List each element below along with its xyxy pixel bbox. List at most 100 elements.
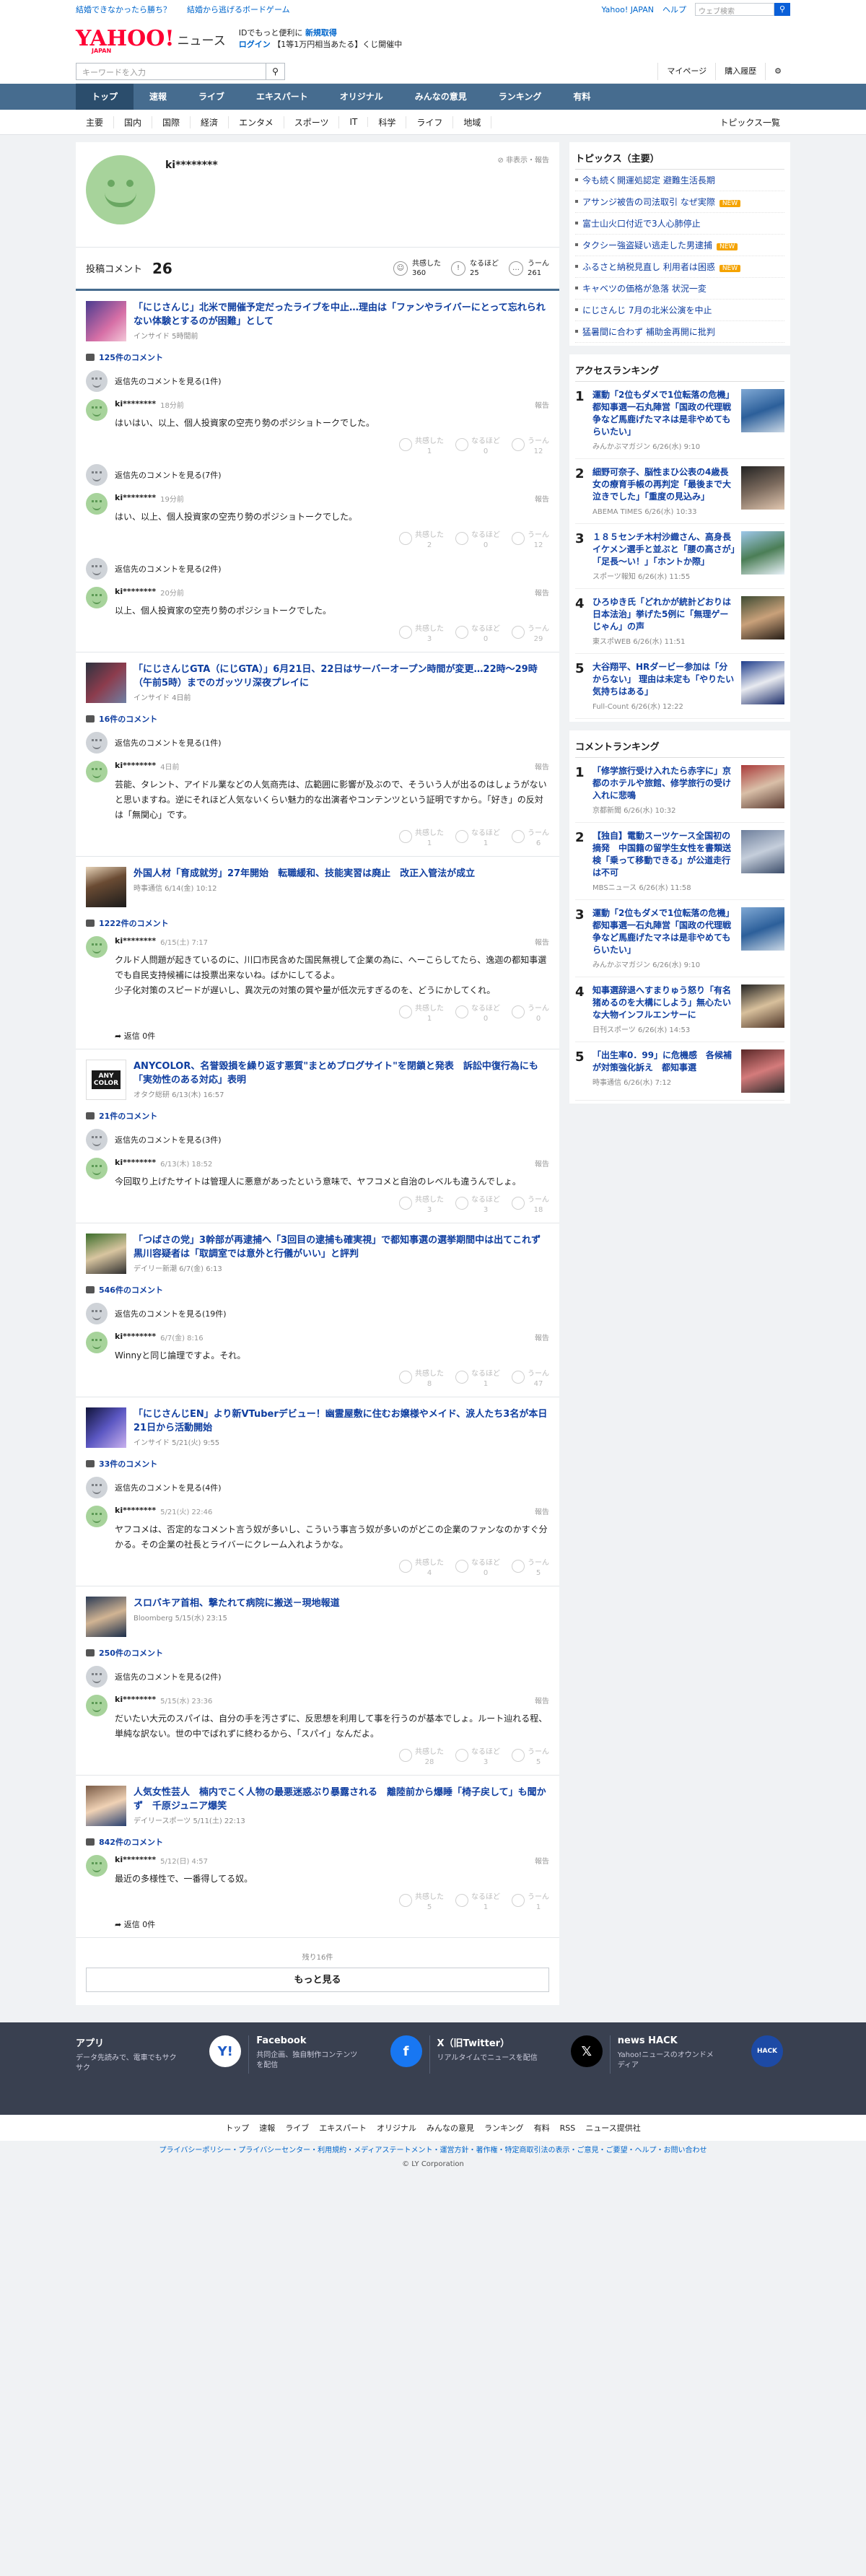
comment-count-link[interactable]: 546件のコメント	[86, 1284, 549, 1296]
comment-count-link[interactable]: 21件のコメント	[86, 1110, 549, 1122]
uun-button[interactable]: うーん 5	[512, 1558, 549, 1579]
naruhodo-button[interactable]: なるほど 0	[455, 1558, 500, 1579]
footer-link[interactable]: みんなの意見	[427, 2123, 474, 2133]
gear-icon[interactable]: ⚙	[765, 62, 790, 80]
subnav-item[interactable]: 国内	[114, 115, 153, 128]
view-parent-comment[interactable]: 返信先のコメントを見る(7件)	[86, 464, 549, 486]
uun-button[interactable]: うーん 12	[512, 437, 549, 457]
help-link[interactable]: ヘルプ	[662, 4, 686, 15]
promo-link-1[interactable]: 結婚できなかったら勝ち？	[76, 5, 171, 14]
hide-report-link[interactable]: ⊘ 非表示・報告	[497, 154, 549, 165]
article-title[interactable]: 「にじさんじGTA（にじGTA）」6月21日、22日はサーバーオープン時間が変更…	[134, 663, 549, 690]
ranking-item[interactable]: 5 大谷翔平、HRダービー参加は「分からない」 理由は未定も「やりたい気持ちはある…	[575, 654, 784, 719]
comment-author[interactable]: ki********	[115, 1695, 156, 1706]
article-title[interactable]: ANYCOLOR、名誉毀損を繰り返す悪質"まとめブログサイト"を閉鎖と発表 訴訟…	[134, 1060, 549, 1087]
article-thumbnail[interactable]	[86, 1597, 126, 1637]
nav-tab[interactable]: トップ	[76, 84, 134, 110]
comment-author[interactable]: ki********	[115, 1855, 156, 1866]
article-title[interactable]: スロバキア首相、撃たれて病院に搬送－現地報道	[134, 1597, 340, 1610]
article-thumbnail[interactable]	[86, 663, 126, 703]
x-promo[interactable]: X（旧Twitter） リアルタイムでニュースを配信 𝕏	[437, 2035, 611, 2074]
search-icon[interactable]: ⚲	[774, 3, 790, 16]
comment-count-link[interactable]: 842件のコメント	[86, 1836, 549, 1848]
article-thumbnail[interactable]	[86, 1234, 126, 1274]
footer-link[interactable]: 速報	[259, 2123, 275, 2133]
naruhodo-button[interactable]: なるほど 1	[455, 829, 500, 849]
comment-count-link[interactable]: 1222件のコメント	[86, 917, 549, 929]
report-link[interactable]: 報告	[535, 761, 549, 772]
news-logo-text[interactable]: ニュース	[178, 30, 226, 48]
topic-item[interactable]: ふるさと納税見直し 利用者は困惑 NEW	[575, 256, 784, 278]
nav-tab[interactable]: オリジナル	[324, 84, 399, 110]
naruhodo-button[interactable]: なるほど 1	[455, 1369, 500, 1389]
topic-item[interactable]: アサンジ被告の司法取引 なぜ実際 NEW	[575, 191, 784, 213]
uun-button[interactable]: うーん 29	[512, 624, 549, 645]
comment-author[interactable]: ki********	[115, 587, 156, 598]
report-link[interactable]: 報告	[535, 587, 549, 598]
report-link[interactable]: 報告	[535, 399, 549, 410]
comment-ranking-item[interactable]: 1 「修学旅行受け入れたら赤字に」京都のホテルや旅館、修学旅行の受け入れに悲鳴 京都…	[575, 758, 784, 823]
report-link[interactable]: 報告	[535, 1855, 549, 1866]
comment-author[interactable]: ki********	[115, 399, 156, 410]
mypage-link[interactable]: マイページ	[657, 62, 715, 80]
subnav-item[interactable]: IT	[339, 117, 369, 127]
view-parent-comment[interactable]: 返信先のコメントを見る(2件)	[86, 558, 549, 580]
report-link[interactable]: 報告	[535, 1506, 549, 1516]
comment-ranking-item[interactable]: 4 知事選辞退へすまりゅう怒り「有名猪めるのを大構にしよう」無心たいな大物インフル…	[575, 977, 784, 1042]
article-thumbnail[interactable]	[86, 301, 126, 341]
article-thumbnail[interactable]	[86, 867, 126, 907]
article-thumbnail[interactable]: ANY COLOR	[86, 1060, 126, 1100]
article-title[interactable]: 「にじさんじ」北米で開催予定だったライブを中止…理由は「ファンやライバーにとって…	[134, 301, 549, 328]
empathy-button[interactable]: 共感した 1	[399, 1004, 444, 1024]
topic-item[interactable]: 猛暑間に合わず 補助金再開に批判	[575, 321, 784, 343]
comment-ranking-item[interactable]: 5 「出生率0．99」に危機感 各候補が対策強化訴え 都知事選 時事通信 6/26(…	[575, 1042, 784, 1101]
view-parent-comment[interactable]: 返信先のコメントを見る(4件)	[86, 1477, 549, 1498]
footer-link[interactable]: ランキング	[484, 2123, 524, 2133]
newshack-promo[interactable]: news HACK Yahoo!ニュースのオウンドメディア HACK	[618, 2035, 790, 2074]
nav-tab[interactable]: ライブ	[183, 84, 240, 110]
naruhodo-button[interactable]: なるほど 3	[455, 1747, 500, 1768]
footer-link[interactable]: 有料	[534, 2123, 550, 2133]
report-link[interactable]: 報告	[535, 936, 549, 947]
uun-button[interactable]: うーん 12	[512, 531, 549, 551]
load-more-button[interactable]: もっと見る	[86, 1968, 549, 1992]
topics-list-link[interactable]: トピックス一覧	[709, 116, 790, 128]
empathy-button[interactable]: 共感した 2	[399, 531, 444, 551]
uun-button[interactable]: うーん 5	[512, 1747, 549, 1768]
report-link[interactable]: 報告	[535, 493, 549, 504]
naruhodo-button[interactable]: なるほど 0	[455, 437, 500, 457]
report-link[interactable]: 報告	[535, 1332, 549, 1342]
ranking-item[interactable]: 1 運動「2位もダメで1位転落の危機」都知事選一石丸陣営「国政の代理戦争など馬鹿げ…	[575, 382, 784, 459]
reply-toggle[interactable]: ➦ 返信 0件	[115, 1030, 549, 1042]
comment-ranking-item[interactable]: 3 運動「2位もダメで1位転落の危機」都知事選一石丸陣営「国政の代理戦争など馬鹿げ…	[575, 900, 784, 977]
facebook-promo[interactable]: Facebook 共同企画、独自制作コンテンツを配信 f	[256, 2035, 430, 2074]
article-thumbnail[interactable]	[86, 1786, 126, 1826]
subnav-item[interactable]: 科学	[368, 115, 407, 128]
uun-button[interactable]: うーん 1	[512, 1892, 549, 1913]
empathy-button[interactable]: 共感した 8	[399, 1369, 444, 1389]
subnav-item[interactable]: 経済	[191, 115, 229, 128]
naruhodo-button[interactable]: なるほど 0	[455, 531, 500, 551]
legal-links[interactable]: プライバシーポリシー・プライバシーセンター・利用規約・メディアステートメント・運…	[0, 2141, 866, 2157]
footer-link[interactable]: オリジナル	[377, 2123, 416, 2133]
promo-link-2[interactable]: 結婚から逃げるボードゲーム	[187, 5, 290, 14]
uun-button[interactable]: うーん 18	[512, 1195, 549, 1215]
report-link[interactable]: 報告	[535, 1158, 549, 1169]
view-parent-comment[interactable]: 返信先のコメントを見る(2件)	[86, 1666, 549, 1688]
comment-author[interactable]: ki********	[115, 1506, 156, 1516]
subnav-item[interactable]: スポーツ	[284, 115, 340, 128]
comment-author[interactable]: ki********	[115, 493, 156, 504]
subnav-item[interactable]: エンタメ	[229, 115, 284, 128]
footer-link[interactable]: ライブ	[285, 2123, 309, 2133]
view-parent-comment[interactable]: 返信先のコメントを見る(1件)	[86, 370, 549, 392]
uun-button[interactable]: うーん 47	[512, 1369, 549, 1389]
comment-ranking-item[interactable]: 2 【独自】電動スーツケース全国初の摘発 中国籍の留学生女性を書類送検「乗って移動…	[575, 823, 784, 900]
empathy-button[interactable]: 共感した 4	[399, 1558, 444, 1579]
article-title[interactable]: 「つばさの党」3幹部が再逮捕へ「3回目の逮捕も確実視」で都知事選の選挙期間中は出…	[134, 1234, 550, 1261]
login-link[interactable]: ログイン	[239, 40, 271, 49]
comment-count-link[interactable]: 33件のコメント	[86, 1458, 549, 1470]
nav-tab[interactable]: ランキング	[483, 84, 558, 110]
article-title[interactable]: 人気女性芸人 楠内でこく人物の最悪迷惑ぶり暴露される 離陸前から爆睡「椅子戻して…	[134, 1786, 549, 1813]
naruhodo-button[interactable]: なるほど 3	[455, 1195, 500, 1215]
comment-author[interactable]: ki********	[115, 1158, 156, 1169]
